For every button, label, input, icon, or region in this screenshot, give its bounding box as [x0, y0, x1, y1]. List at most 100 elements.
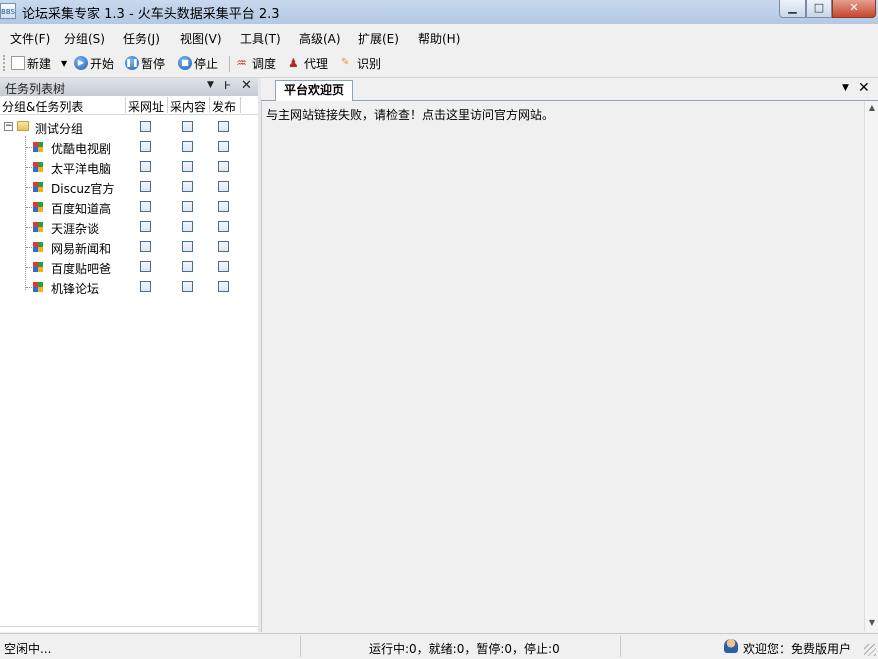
- tree-branch: [26, 227, 32, 228]
- proxy-label: 代理: [304, 56, 329, 71]
- scroll-up-icon[interactable]: ▲: [865, 101, 878, 115]
- task-name: 太平洋电脑: [51, 162, 112, 176]
- checkbox-publish[interactable]: [218, 281, 229, 292]
- task-icon: [33, 162, 43, 172]
- checkbox-publish[interactable]: [218, 161, 229, 172]
- checkbox-collect-url[interactable]: [140, 241, 151, 252]
- menu-group[interactable]: 分组(S): [62, 28, 107, 49]
- task-icon: [33, 242, 43, 252]
- dropdown-arrow-icon[interactable]: ▼: [61, 59, 67, 68]
- checkbox-collect-content[interactable]: [182, 261, 193, 272]
- checkbox-collect-content[interactable]: [182, 221, 193, 232]
- proxy-button[interactable]: ♟ 代理: [288, 54, 328, 72]
- recognize-button[interactable]: ✎ 识别: [341, 54, 381, 72]
- tree-group-row[interactable]: − 测试分组: [0, 117, 258, 137]
- checkbox-publish[interactable]: [218, 141, 229, 152]
- checkbox-publish[interactable]: [218, 221, 229, 232]
- menu-file[interactable]: 文件(F): [8, 28, 52, 49]
- checkbox-collect-url[interactable]: [140, 121, 151, 132]
- checkbox-collect-url[interactable]: [140, 161, 151, 172]
- task-row[interactable]: 太平洋电脑: [0, 157, 258, 177]
- menu-tools[interactable]: 工具(T): [238, 28, 283, 49]
- recognize-icon: ✎: [341, 57, 350, 68]
- checkbox-collect-url[interactable]: [140, 181, 151, 192]
- menu-help[interactable]: 帮助(H): [416, 28, 462, 49]
- menu-view[interactable]: 视图(V): [178, 28, 224, 49]
- task-row[interactable]: 百度知道高: [0, 197, 258, 217]
- new-button[interactable]: 新建 ▼: [11, 54, 67, 72]
- col-publish[interactable]: 发布: [212, 98, 236, 115]
- pause-button[interactable]: ❚❚ 暂停: [125, 54, 165, 72]
- col-task-list[interactable]: 分组&任务列表: [2, 98, 83, 115]
- task-name: 网易新闻和: [51, 242, 112, 256]
- proxy-icon: ♟: [288, 56, 299, 70]
- collapse-icon[interactable]: −: [4, 122, 13, 131]
- task-row[interactable]: 百度贴吧爸: [0, 257, 258, 277]
- checkbox-collect-url[interactable]: [140, 201, 151, 212]
- scroll-down-icon[interactable]: ▼: [865, 616, 878, 630]
- checkbox-collect-content[interactable]: [182, 161, 193, 172]
- play-icon: ▶: [74, 56, 88, 70]
- checkbox-publish[interactable]: [218, 201, 229, 212]
- menu-task[interactable]: 任务(J): [121, 28, 162, 49]
- checkbox-publish[interactable]: [218, 121, 229, 132]
- start-button[interactable]: ▶ 开始: [74, 54, 114, 72]
- menu-extend[interactable]: 扩展(E): [356, 28, 401, 49]
- status-separator: [620, 636, 621, 657]
- checkbox-publish[interactable]: [218, 181, 229, 192]
- stop-button[interactable]: ■ 停止: [178, 54, 218, 72]
- document-area: 平台欢迎页 ▼ ✕ 与主网站链接失败，请检查！点击这里访问官方网站。 ▲ ▼: [261, 78, 878, 632]
- toolbar-grip[interactable]: [3, 55, 7, 71]
- col-collect-content[interactable]: 采内容: [170, 98, 206, 115]
- tab-welcome[interactable]: 平台欢迎页: [275, 80, 354, 101]
- checkbox-collect-content[interactable]: [182, 181, 193, 192]
- panel-close-icon[interactable]: ✕: [241, 78, 252, 93]
- task-row[interactable]: Discuz官方: [0, 177, 258, 197]
- status-bar: 空闲中... 运行中:0，就绪:0，暂停:0，停止:0 欢迎您：免费版用户: [0, 633, 878, 659]
- tab-list-dropdown-icon[interactable]: ▼: [842, 83, 849, 93]
- task-row[interactable]: 机锋论坛: [0, 277, 258, 297]
- window-title: 论坛采集专家 1.3 - 火车头数据采集平台 2.3: [22, 7, 280, 22]
- checkbox-publish[interactable]: [218, 241, 229, 252]
- checkbox-collect-url[interactable]: [140, 221, 151, 232]
- vertical-scrollbar[interactable]: ▲ ▼: [864, 101, 878, 632]
- stop-icon: ■: [178, 56, 192, 70]
- schedule-label: 调度: [252, 56, 277, 71]
- connection-error-link[interactable]: 与主网站链接失败，请检查！点击这里访问官方网站。: [266, 106, 554, 123]
- pin-icon[interactable]: Ⱶ: [224, 79, 231, 92]
- checkbox-collect-content[interactable]: [182, 141, 193, 152]
- menu-bar: 文件(F) 分组(S) 任务(J) 视图(V) 工具(T) 高级(A) 扩展(E…: [0, 24, 878, 50]
- minimize-button[interactable]: ▁: [779, 0, 806, 18]
- task-row[interactable]: 天涯杂谈: [0, 217, 258, 237]
- task-row[interactable]: 网易新闻和: [0, 237, 258, 257]
- column-divider: [209, 97, 210, 113]
- panel-title: 任务列表树: [5, 82, 66, 96]
- schedule-button[interactable]: ♒ 调度: [236, 54, 276, 72]
- close-button[interactable]: ✕: [832, 0, 876, 18]
- checkbox-collect-content[interactable]: [182, 281, 193, 292]
- col-collect-url[interactable]: 采网址: [128, 98, 164, 115]
- menu-advanced[interactable]: 高级(A): [297, 28, 343, 49]
- maximize-button[interactable]: □: [806, 0, 832, 18]
- task-row[interactable]: 优酷电视剧: [0, 137, 258, 157]
- tree-branch: [26, 267, 32, 268]
- task-name: 天涯杂谈: [51, 222, 100, 236]
- task-name: 百度贴吧爸: [51, 262, 112, 276]
- task-icon: [33, 182, 43, 192]
- welcome-content: 与主网站链接失败，请检查！点击这里访问官方网站。: [261, 101, 865, 632]
- checkbox-collect-content[interactable]: [182, 201, 193, 212]
- panel-bottom-edge: [0, 626, 258, 632]
- status-counts: 运行中:0，就绪:0，暂停:0，停止:0: [369, 642, 560, 656]
- title-bar[interactable]: BBS 论坛采集专家 1.3 - 火车头数据采集平台 2.3 ▁ □ ✕: [0, 0, 878, 24]
- task-name: 机锋论坛: [51, 282, 100, 296]
- checkbox-collect-url[interactable]: [140, 141, 151, 152]
- checkbox-collect-content[interactable]: [182, 241, 193, 252]
- checkbox-collect-content[interactable]: [182, 121, 193, 132]
- checkbox-publish[interactable]: [218, 261, 229, 272]
- tab-close-icon[interactable]: ✕: [858, 80, 870, 96]
- panel-dropdown-icon[interactable]: ▼: [207, 80, 214, 90]
- resize-grip[interactable]: [864, 644, 876, 656]
- checkbox-collect-url[interactable]: [140, 281, 151, 292]
- checkbox-collect-url[interactable]: [140, 261, 151, 272]
- pause-icon: ❚❚: [125, 56, 139, 70]
